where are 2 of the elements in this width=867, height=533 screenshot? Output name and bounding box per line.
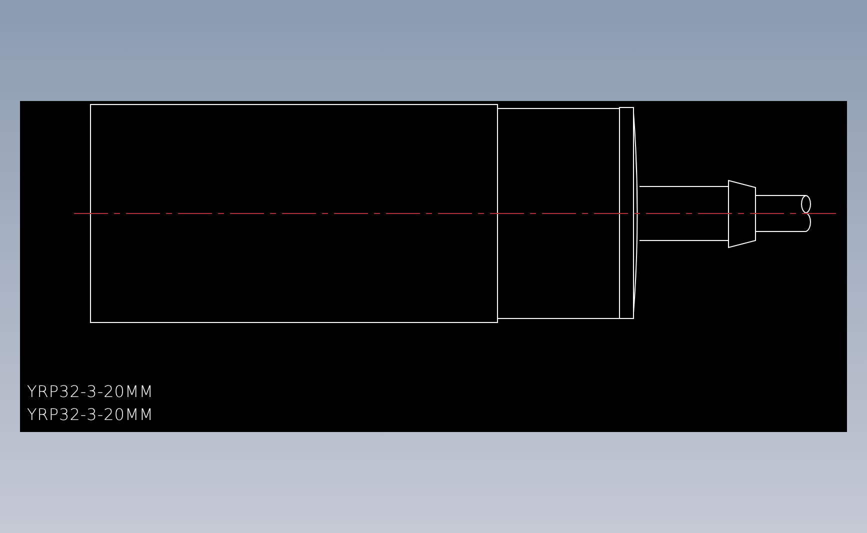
part-label: YRP32-3-20MM	[27, 382, 154, 402]
part-label: YRP32-3-20MM	[27, 405, 154, 425]
